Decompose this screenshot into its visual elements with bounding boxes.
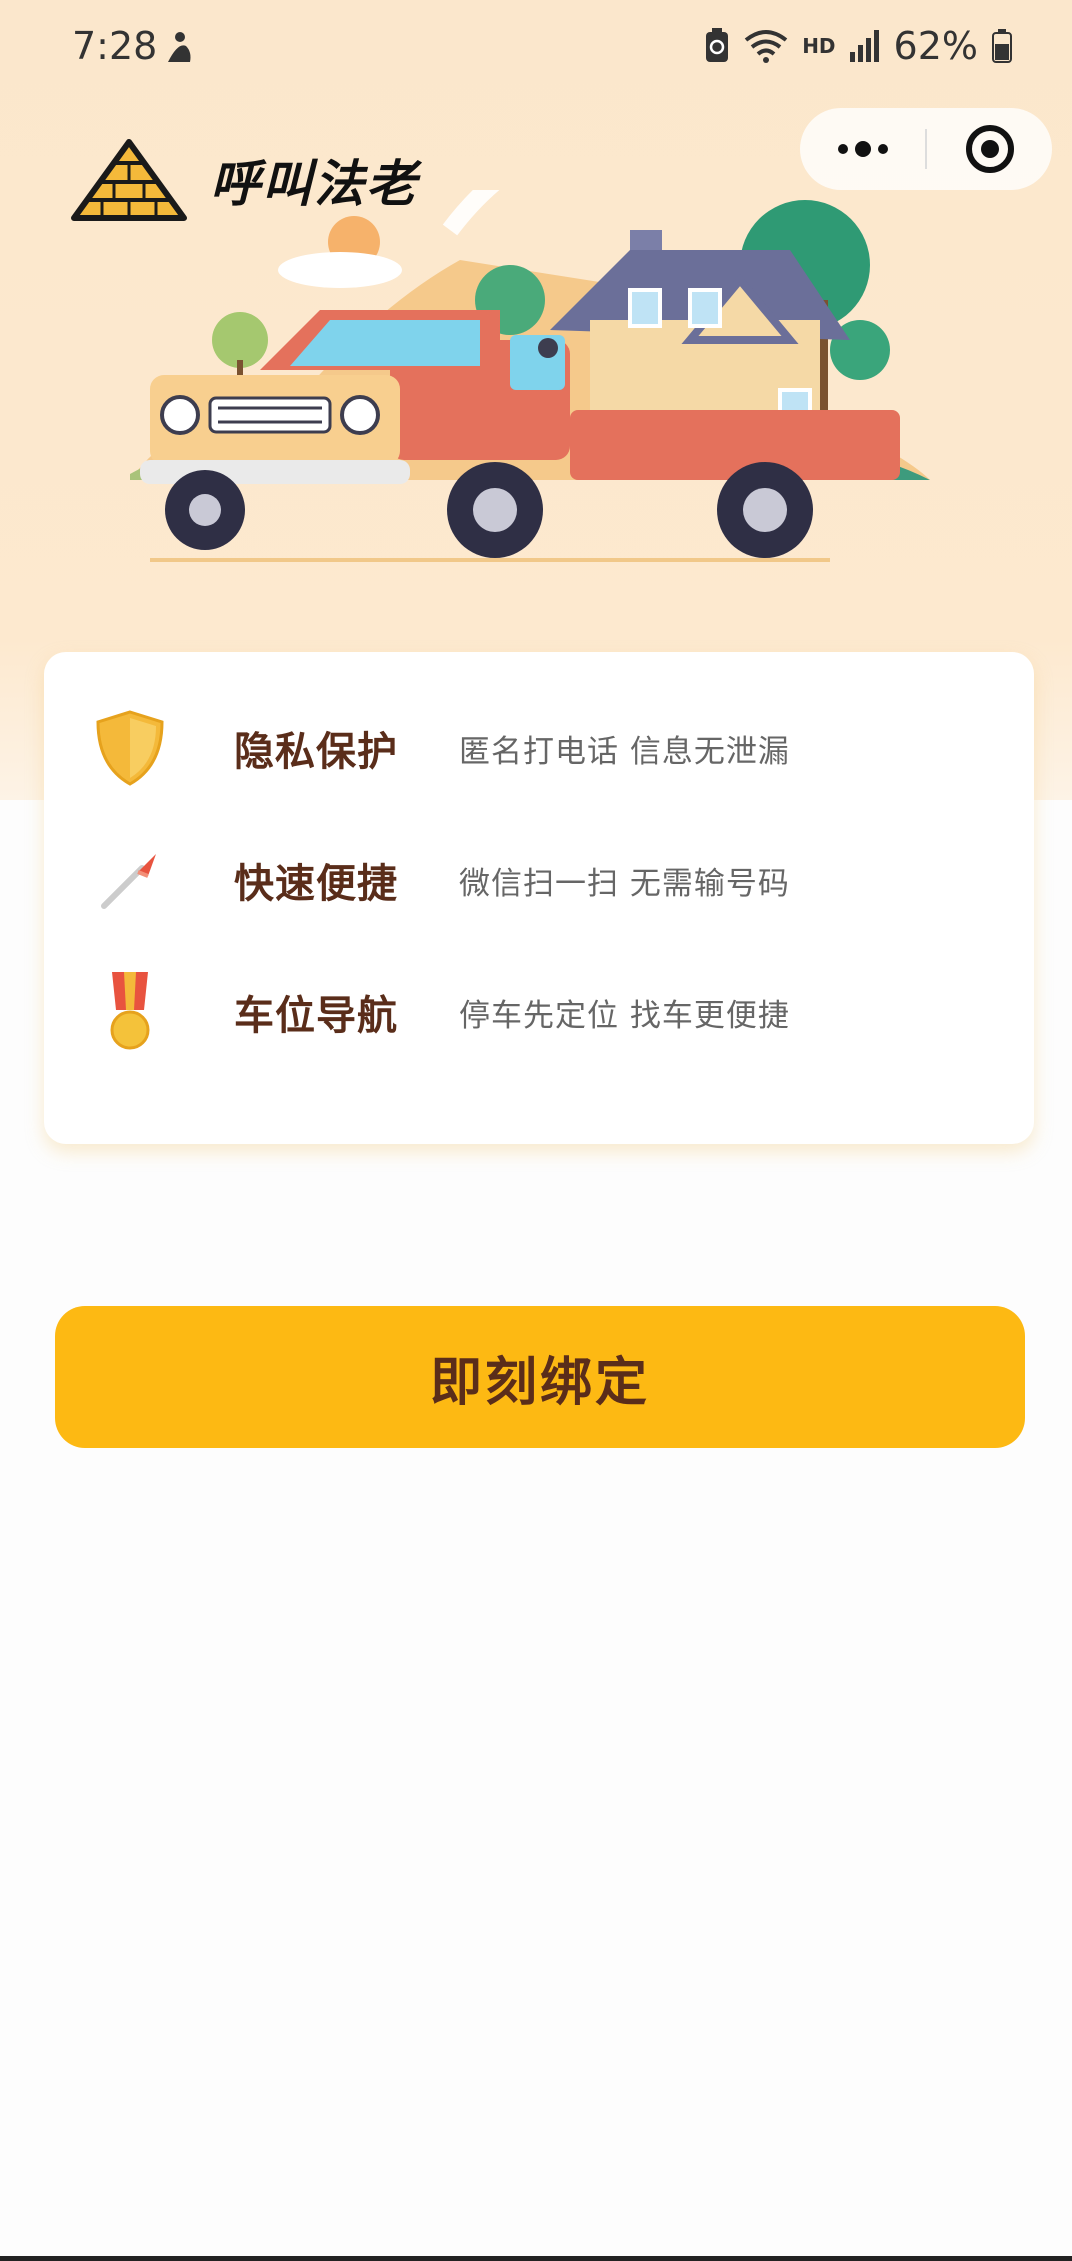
- medal-icon: [90, 967, 170, 1057]
- network-type: HD: [802, 34, 836, 58]
- more-button[interactable]: [800, 108, 925, 190]
- close-miniprogram-button[interactable]: [927, 108, 1052, 190]
- feature-desc: 匿名打电话 信息无泄漏: [459, 733, 790, 770]
- cloud-left: [278, 252, 402, 288]
- signal-icon: [849, 30, 879, 62]
- feature-title: 隐私保护: [234, 729, 398, 775]
- battery-level: 62%: [893, 24, 978, 68]
- recycle-icon: [706, 28, 729, 62]
- wheel-front-hub: [189, 494, 221, 526]
- feature-card: 隐私保护 匿名打电话 信息无泄漏 快速便捷 微信扫一扫 无需输号码 车位导航 停…: [44, 652, 1034, 1144]
- rocket-icon: [90, 835, 170, 925]
- feature-title: 快速便捷: [234, 861, 398, 907]
- shield-icon: [90, 703, 170, 793]
- feature-row-fast: 快速便捷 微信扫一扫 无需输号码: [44, 820, 1034, 940]
- feature-desc: 微信扫一扫 无需输号码: [459, 865, 790, 902]
- miniprogram-capsule: [800, 108, 1052, 190]
- status-time: 7:28: [72, 24, 158, 68]
- wheel-mid-hub: [473, 488, 517, 532]
- target-icon: [965, 125, 1014, 173]
- house-window-2: [688, 288, 722, 328]
- bottom-edge: [0, 2256, 1072, 2261]
- truck-bed: [570, 410, 900, 480]
- status-bar: 7:28 HD 62%: [0, 0, 1072, 96]
- battery-icon: [992, 29, 1012, 63]
- feature-row-privacy: 隐私保护 匿名打电话 信息无泄漏: [44, 688, 1034, 808]
- house-window-1: [628, 288, 662, 328]
- smoke-shape: [442, 190, 500, 236]
- headlight-right: [340, 395, 380, 435]
- truck-grille: [208, 396, 332, 434]
- headlight-left: [160, 395, 200, 435]
- feature-title: 车位导航: [234, 993, 398, 1039]
- feature-desc: 停车先定位 找车更便捷: [459, 997, 790, 1034]
- truck-house-illustration: [130, 190, 930, 562]
- wheel-rear-hub: [743, 488, 787, 532]
- driver-head: [538, 338, 558, 358]
- tree-small-left: [212, 312, 268, 368]
- person-icon: [168, 32, 191, 62]
- wifi-icon: [744, 30, 788, 63]
- bind-now-button[interactable]: 即刻绑定: [55, 1306, 1025, 1448]
- feature-row-navigation: 车位导航 停车先定位 找车更便捷: [44, 952, 1034, 1072]
- more-dots-icon: [837, 141, 888, 157]
